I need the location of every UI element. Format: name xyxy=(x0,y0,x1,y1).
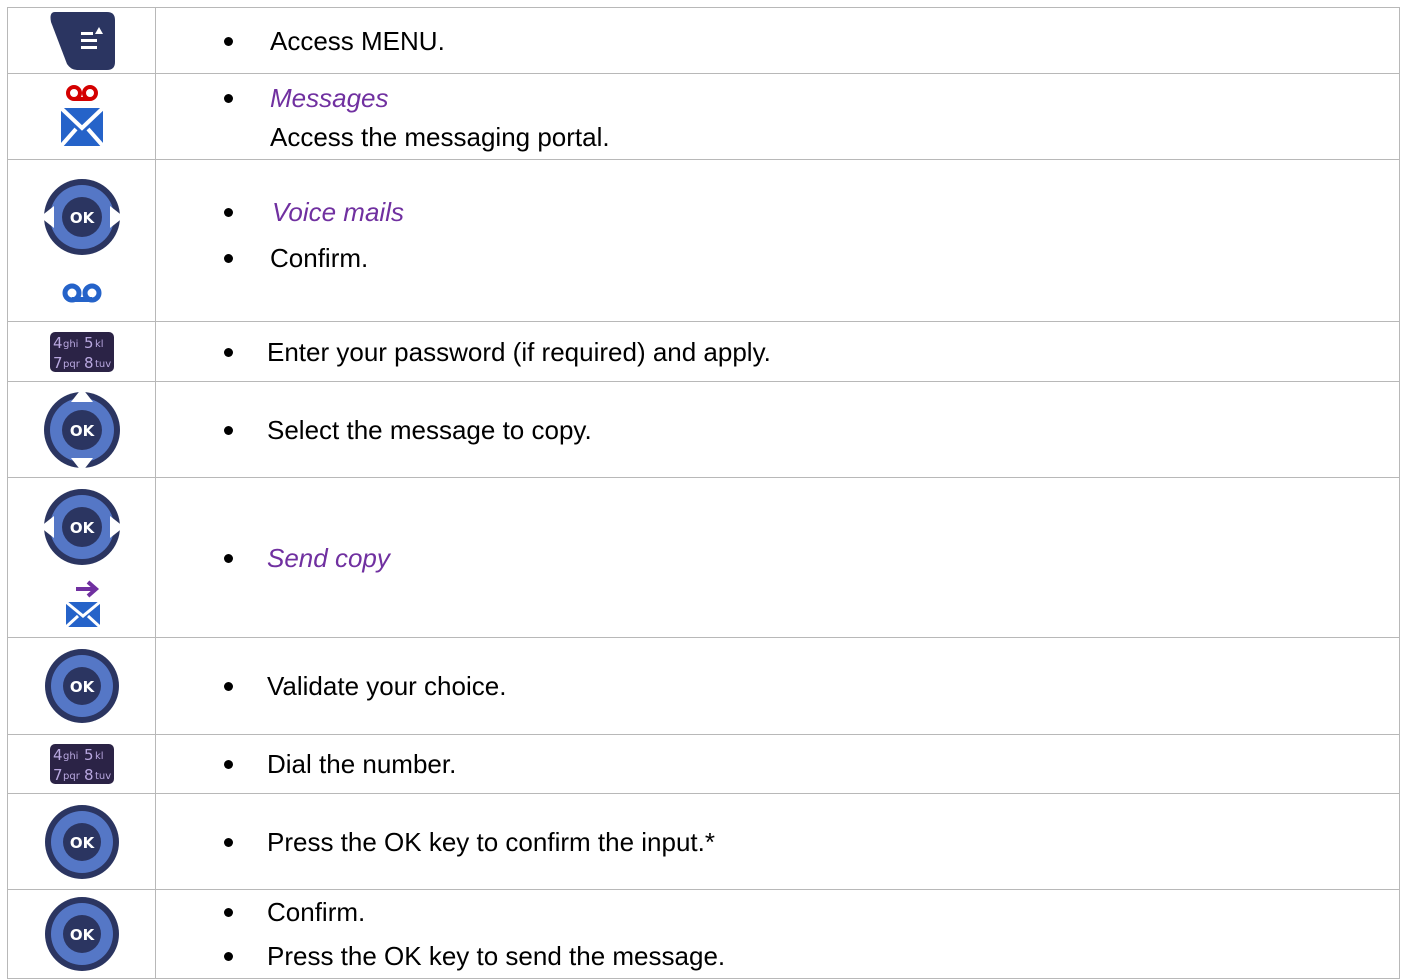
icon-cell xyxy=(7,73,156,160)
text-cell: Dial the number. xyxy=(155,734,1400,794)
svg-text:tuv: tuv xyxy=(95,359,111,370)
step-text: Dial the number. xyxy=(156,744,1399,784)
step-text: Select the message to copy. xyxy=(156,410,1399,450)
step-text: Messages xyxy=(156,78,1399,118)
text-cell: Messages Access the messaging portal. xyxy=(155,73,1400,160)
messages-icon xyxy=(59,84,104,147)
keypad-icon: 4 ghi 5 kl 7 pqr 8 tuv xyxy=(49,744,114,784)
text-cell: Select the message to copy. xyxy=(155,381,1400,478)
step-text: Press the OK key to send the message. xyxy=(156,934,1399,978)
steps-table: Access MENU. Messages Access the messagi xyxy=(7,7,1400,979)
step-row: OK Press the OK key to confirm the input… xyxy=(7,793,1400,890)
ok-key-icon: OK xyxy=(44,897,119,971)
step-text: Send copy xyxy=(156,538,1399,578)
icon-cell xyxy=(7,7,156,74)
svg-text:kl: kl xyxy=(95,751,104,762)
step-row: OK Send copy xyxy=(7,477,1400,638)
text-cell: Voice mails Confirm. xyxy=(155,159,1400,322)
step-text: Confirm. xyxy=(156,235,1399,281)
icon-cell: OK xyxy=(7,793,156,890)
svg-text:OK: OK xyxy=(69,834,95,852)
step-text: Voice mails xyxy=(156,189,1399,235)
text-cell: Press the OK key to confirm the input.* xyxy=(155,793,1400,890)
ok-key-icon: OK xyxy=(44,804,119,879)
step-row: OK Select the message to copy. xyxy=(7,381,1400,478)
svg-text:4: 4 xyxy=(53,746,63,764)
step-row: OK Voice mails Confirm. xyxy=(7,159,1400,322)
step-text: Enter your password (if required) and ap… xyxy=(156,332,1399,372)
svg-text:OK: OK xyxy=(69,926,95,944)
svg-text:ghi: ghi xyxy=(63,751,78,762)
menu-key-icon xyxy=(50,11,115,70)
icon-cell: 4 ghi 5 kl 7 pqr 8 tuv xyxy=(7,321,156,382)
svg-text:kl: kl xyxy=(95,339,104,350)
step-text: Validate your choice. xyxy=(156,666,1399,706)
svg-text:OK: OK xyxy=(69,422,95,440)
svg-text:4: 4 xyxy=(53,334,63,352)
navigator-left-right-icon: OK xyxy=(39,488,124,565)
svg-text:5: 5 xyxy=(84,746,94,764)
svg-text:7: 7 xyxy=(53,354,63,372)
step-row: 4 ghi 5 kl 7 pqr 8 tuv Enter your passwo… xyxy=(7,321,1400,382)
svg-text:OK: OK xyxy=(69,519,95,537)
step-row: Messages Access the messaging portal. xyxy=(7,73,1400,160)
icon-cell: 4 ghi 5 kl 7 pqr 8 tuv xyxy=(7,734,156,794)
icon-cell: OK xyxy=(7,381,156,478)
svg-text:OK: OK xyxy=(69,678,95,696)
icon-cell: OK xyxy=(7,477,156,638)
step-text: Access MENU. xyxy=(156,21,1399,61)
step-row: Access MENU. xyxy=(7,7,1400,74)
text-cell: Send copy xyxy=(155,477,1400,638)
icon-cell: OK xyxy=(7,159,156,322)
text-cell: Validate your choice. xyxy=(155,637,1400,735)
step-row: 4 ghi 5 kl 7 pqr 8 tuv Dial the number. xyxy=(7,734,1400,794)
send-copy-icon xyxy=(64,579,101,628)
icon-cell: OK xyxy=(7,637,156,735)
svg-text:7: 7 xyxy=(53,766,63,784)
svg-text:8: 8 xyxy=(84,354,94,372)
step-row: OK Validate your choice. xyxy=(7,637,1400,735)
svg-text:tuv: tuv xyxy=(95,771,111,782)
step-row: OK Confirm. Press the OK key to send the… xyxy=(7,889,1400,979)
text-cell: Confirm. Press the OK key to send the me… xyxy=(155,889,1400,979)
step-subtext: Access the messaging portal. xyxy=(270,121,610,152)
svg-text:5: 5 xyxy=(84,334,94,352)
svg-text:pqr: pqr xyxy=(63,359,81,370)
navigator-left-right-icon: OK xyxy=(39,178,124,255)
text-cell: Enter your password (if required) and ap… xyxy=(155,321,1400,382)
step-text: Press the OK key to confirm the input.* xyxy=(156,822,1399,862)
ok-key-icon: OK xyxy=(44,649,119,723)
icon-cell: OK xyxy=(7,889,156,979)
svg-text:pqr: pqr xyxy=(63,771,81,782)
navigator-up-down-icon: OK xyxy=(43,387,120,472)
keypad-icon: 4 ghi 5 kl 7 pqr 8 tuv xyxy=(49,331,114,372)
voicemail-icon xyxy=(62,283,101,302)
step-text: Confirm. xyxy=(156,890,1399,934)
svg-text:OK: OK xyxy=(69,209,95,227)
svg-text:ghi: ghi xyxy=(63,339,78,350)
svg-text:8: 8 xyxy=(84,766,94,784)
text-cell: Access MENU. xyxy=(155,7,1400,74)
